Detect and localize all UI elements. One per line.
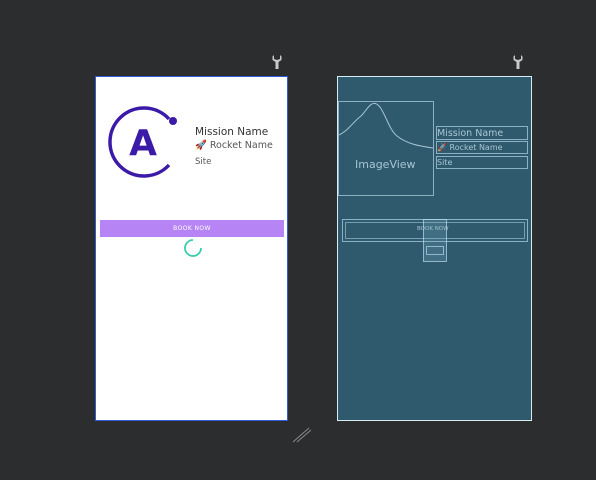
blueprint-rocket-text: 🚀 Rocket Name	[437, 143, 503, 152]
resize-handle-icon[interactable]	[292, 427, 312, 447]
rocket-name-text: 🚀 Rocket Name	[195, 140, 273, 151]
blueprint-progress-bar[interactable]	[423, 219, 447, 262]
site-text: Site	[195, 157, 212, 167]
book-now-button[interactable]: BOOK NOW	[100, 220, 284, 237]
progress-spinner-icon	[183, 238, 203, 258]
logo-letter: A	[129, 123, 157, 164]
design-surface[interactable]: A Mission Name 🚀 Rocket Name Site BOOK N…	[95, 76, 288, 421]
blueprint-site[interactable]: Site	[436, 156, 528, 169]
blueprint-surface[interactable]: ImageView Mission Name 🚀 Rocket Name Sit…	[337, 76, 532, 421]
mission-name-text: Mission Name	[195, 126, 269, 138]
blueprint-mission-name[interactable]: Mission Name	[436, 126, 528, 140]
blueprint-image-view[interactable]: ImageView	[338, 101, 434, 196]
image-view-label: ImageView	[355, 158, 416, 171]
blueprint-rocket-name[interactable]: 🚀 Rocket Name	[436, 141, 528, 154]
blueprint-site-text: Site	[437, 158, 453, 167]
blueprint-progress-inner	[426, 246, 444, 255]
app-logo-icon: A	[106, 105, 180, 179]
wrench-icon[interactable]	[513, 55, 523, 69]
blueprint-mission-text: Mission Name	[437, 128, 504, 139]
wrench-icon[interactable]	[272, 55, 282, 69]
